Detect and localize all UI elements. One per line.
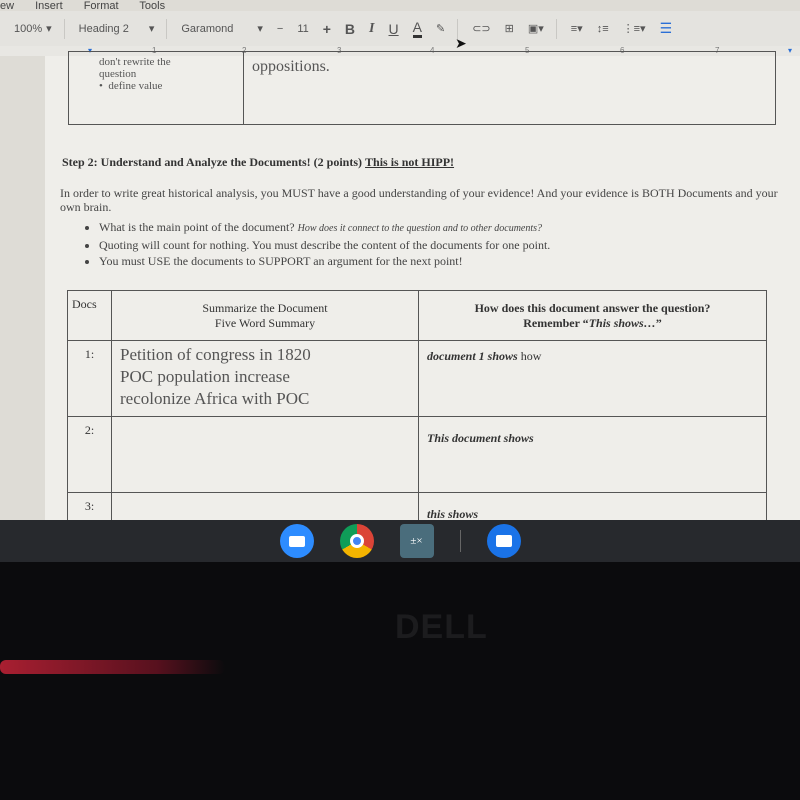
font-select[interactable]: Garamond ▾ [181, 22, 263, 36]
font-size-increase[interactable]: + [323, 21, 331, 37]
link-icon[interactable]: ⊂⊃ [472, 22, 490, 35]
list-item: You must USE the documents to SUPPORT an… [99, 253, 550, 269]
item-text: You must USE the documents to SUPPORT an… [99, 254, 463, 268]
summary-cell[interactable]: Petition of congress in 1820 POC populati… [111, 340, 419, 417]
item-italic: How does it connect to the question and … [297, 223, 543, 234]
summary-line: POC population increase [120, 367, 290, 386]
underline-button[interactable]: U [389, 21, 399, 37]
style-value: Heading 2 [78, 22, 129, 35]
list-item: What is the main point of the document? … [99, 219, 550, 237]
zoom-value: 100% [14, 22, 43, 35]
summary-line: Petition of congress in 1820 [120, 345, 311, 364]
taskbar-divider [459, 530, 461, 552]
row-number: 3: [67, 492, 112, 522]
header-line: Summarize the Document [202, 301, 328, 315]
header-part: Remember “ [523, 316, 589, 330]
previous-table: don't rewrite the question • define valu… [68, 51, 776, 125]
header-summary: Summarize the Document Five Word Summary [111, 290, 419, 341]
instruction-list: What is the main point of the document? … [83, 219, 550, 269]
summary-line: recolonize Africa with POC [120, 389, 310, 408]
font-value: Garamond [181, 22, 234, 35]
table-cell[interactable]: oppositions. [243, 51, 776, 125]
bulleted-list-icon[interactable]: ☰ [660, 20, 673, 37]
divider [166, 18, 168, 39]
menu-format[interactable]: Format [84, 0, 119, 12]
chevron-down-icon: ▾ [46, 23, 52, 35]
screen: ew Insert Format Tools 100% ▾ Heading 2 ▾ … [0, 0, 800, 522]
header-line: Remember “This shows…” [423, 316, 762, 331]
list-item: Quoting will count for nothing. You must… [99, 237, 550, 253]
menu-bar: ew Insert Format Tools [0, 0, 183, 12]
intro-paragraph: In order to write great historical analy… [60, 186, 778, 214]
font-size-decrease[interactable]: − [277, 23, 283, 35]
cell-text: oppositions. [252, 58, 330, 75]
header-line: Five Word Summary [214, 316, 316, 330]
header-part: This shows… [588, 316, 656, 330]
cell-text: don't rewrite the [99, 56, 171, 68]
header-answer: How does this document answer the questi… [418, 290, 767, 341]
toolbar: 100% ▾ Heading 2 ▾ Garamond ▾ − 11 + B I U … [0, 11, 800, 46]
step-heading: Step 2: Understand and Analyze the Docum… [62, 155, 454, 170]
summary-cell[interactable] [111, 416, 419, 493]
table-row: 1: Petition of congress in 1820 POC popul… [67, 340, 767, 417]
dell-logo: DELL [395, 608, 488, 646]
table-header-row: Docs Summarize the Document Five Word Sum… [67, 290, 767, 341]
summary-cell[interactable] [111, 492, 419, 522]
answer-cell[interactable]: document 1 shows how [418, 340, 767, 417]
row-number: 2: [67, 416, 112, 493]
highlight-icon[interactable]: ✎ [436, 22, 445, 35]
bold-button[interactable]: B [345, 21, 355, 37]
chrome-icon[interactable] [339, 524, 374, 558]
keyboard-light [0, 660, 225, 674]
taskbar: ±× [0, 520, 800, 562]
header-line: How does this document answer the questi… [474, 301, 711, 315]
menu-insert[interactable]: Insert [35, 0, 63, 12]
chevron-down-icon: ▾ [148, 23, 155, 35]
item-text: Quoting will count for nothing. You must… [99, 238, 551, 252]
heading-underlined: This is not HIPP! [365, 155, 455, 169]
italic-button[interactable]: I [369, 21, 374, 37]
numbered-list-icon[interactable]: ⋮≡▾ [623, 22, 646, 35]
item-text: What is the main point of the document? [99, 220, 298, 234]
heading-text: Step 2: Understand and Analyze the Docum… [62, 155, 363, 169]
menu-tools[interactable]: Tools [139, 0, 165, 12]
files-icon[interactable] [486, 524, 521, 558]
align-icon[interactable]: ≡▾ [571, 22, 583, 35]
calculator-icon[interactable]: ±× [399, 524, 434, 558]
header-docs: Docs [67, 290, 112, 341]
style-select[interactable]: Heading 2 ▾ [78, 22, 155, 36]
line-spacing-icon[interactable]: ↕≡ [597, 23, 609, 35]
table-row: 2: This document shows [67, 416, 767, 493]
table-row: 3: this shows [67, 492, 767, 522]
cell-text: define value [108, 80, 163, 92]
bullet-item: • define value [99, 80, 163, 92]
answer-italic: this shows [427, 507, 479, 521]
font-size-input[interactable]: 11 [297, 23, 308, 35]
answer-cell[interactable]: This document shows [418, 416, 767, 493]
mouse-cursor-icon: ➤ [455, 37, 467, 52]
right-margin-icon[interactable]: ▾ [788, 46, 792, 55]
menu-view[interactable]: ew [0, 0, 14, 12]
zoom-select[interactable]: 100% ▾ [14, 22, 52, 36]
chevron-down-icon: ▾ [257, 23, 263, 35]
text-color-button[interactable]: A [412, 19, 422, 38]
row-number: 1: [67, 340, 112, 417]
image-icon[interactable]: ▣▾ [528, 22, 544, 35]
answer-italic: document 1 shows [427, 349, 518, 363]
zoom-app-icon[interactable] [279, 524, 314, 558]
cell-text: question [99, 68, 137, 80]
answer-italic: This document shows [427, 431, 534, 445]
answer-text: how [517, 349, 542, 363]
answer-cell[interactable]: this shows [418, 492, 767, 522]
documents-table: Docs Summarize the Document Five Word Sum… [67, 290, 767, 522]
header-part: ” [655, 316, 662, 330]
divider [555, 18, 557, 39]
divider [63, 18, 65, 39]
table-cell[interactable]: don't rewrite the question • define valu… [68, 51, 244, 125]
comment-icon[interactable]: ⊞ [505, 22, 514, 35]
document-page[interactable]: don't rewrite the question • define valu… [45, 51, 800, 522]
